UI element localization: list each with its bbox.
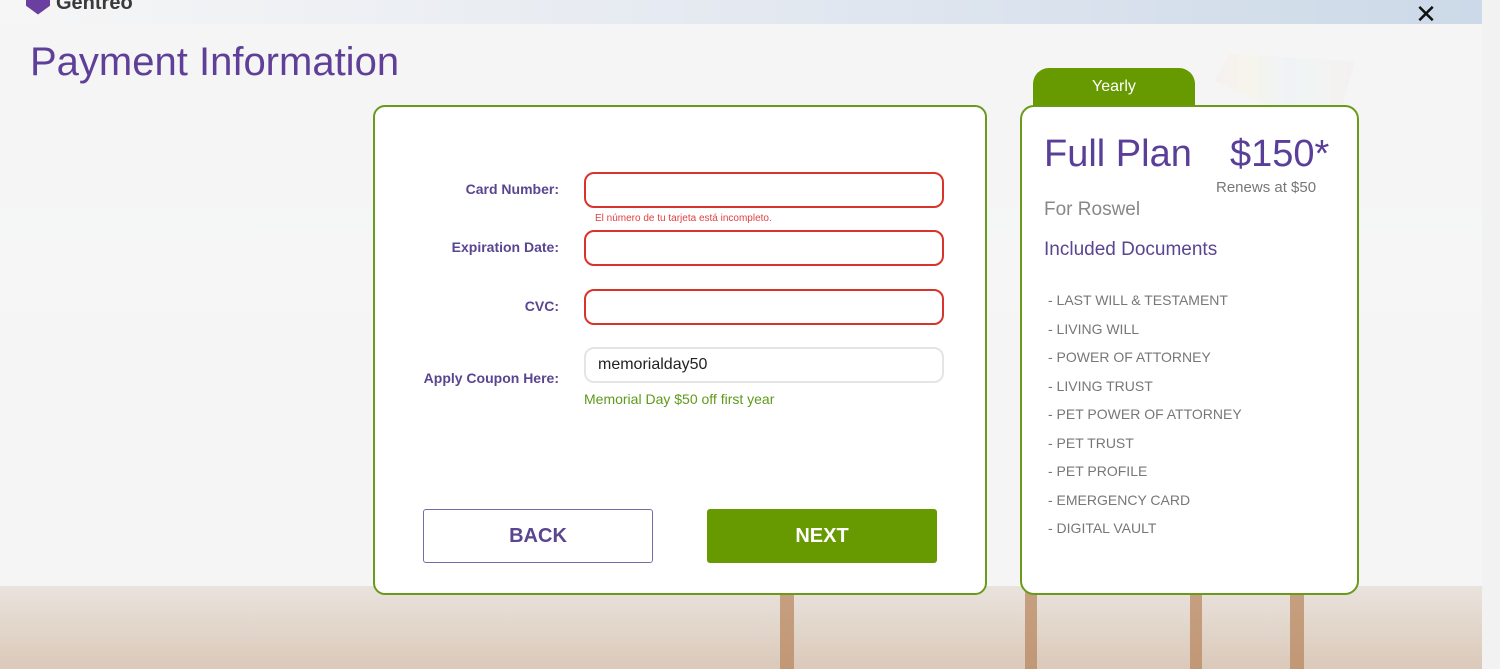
next-button[interactable]: NEXT (707, 509, 937, 563)
reflection-decoration (1025, 586, 1037, 669)
billing-tab-yearly[interactable]: Yearly (1033, 68, 1195, 108)
back-button[interactable]: BACK (423, 509, 653, 563)
plan-name: Full Plan (1044, 133, 1192, 175)
page-title: Payment Information (30, 40, 400, 84)
document-item: - PET TRUST (1048, 434, 1134, 451)
card-number-label: Card Number: (465, 181, 559, 197)
document-item: - LIVING WILL (1048, 320, 1140, 337)
document-item: - LAST WILL & TESTAMENT (1048, 292, 1228, 308)
beach-background (0, 586, 1482, 669)
document-item: - PET PROFILE (1048, 463, 1148, 479)
coupon-label: Apply Coupon Here: (423, 370, 559, 386)
plan-for: For Roswel (1044, 199, 1141, 220)
cvc-label: CVC: (524, 298, 559, 314)
plan-renews: Renews at $50 (1216, 179, 1317, 196)
document-item: - POWER OF ATTORNEY (1048, 349, 1211, 365)
logo-text: Gentreo (56, 0, 133, 14)
document-item: - EMERGENCY CARD (1048, 491, 1191, 508)
close-button[interactable]: ✕ (1412, 0, 1440, 29)
logo[interactable]: Gentreo (26, 0, 133, 15)
close-icon: ✕ (1415, 0, 1437, 29)
reflection-decoration (1290, 586, 1304, 669)
expiration-date-label: Expiration Date: (451, 239, 559, 255)
scroll-gutter (1482, 0, 1500, 669)
document-list: - LAST WILL & TESTAMENT - LIVING WILL - … (1048, 290, 1242, 547)
coupon-message: Memorial Day $50 off first year (584, 391, 775, 407)
logo-icon (26, 0, 50, 15)
expiration-date-input[interactable] (584, 230, 944, 266)
top-banner (0, 0, 1482, 24)
card-number-input[interactable] (584, 172, 944, 208)
document-item: - PET POWER OF ATTORNEY (1048, 406, 1242, 422)
reflection-decoration (780, 586, 794, 669)
card-number-error: El número de tu tarjeta está incompleto. (595, 213, 772, 224)
reflection-decoration (1190, 586, 1202, 669)
coupon-input[interactable] (584, 347, 944, 383)
included-documents-heading: Included Documents (1044, 239, 1218, 260)
document-item: - DIGITAL VAULT (1048, 520, 1157, 536)
plan-price: $150* (1230, 133, 1330, 175)
payment-form: Card Number: El número de tu tarjeta est… (373, 105, 987, 595)
plan-card: Full Plan $150* Renews at $50 For Roswel… (1020, 105, 1359, 595)
cvc-input[interactable] (584, 289, 944, 325)
document-item: - LIVING TRUST (1048, 377, 1153, 394)
